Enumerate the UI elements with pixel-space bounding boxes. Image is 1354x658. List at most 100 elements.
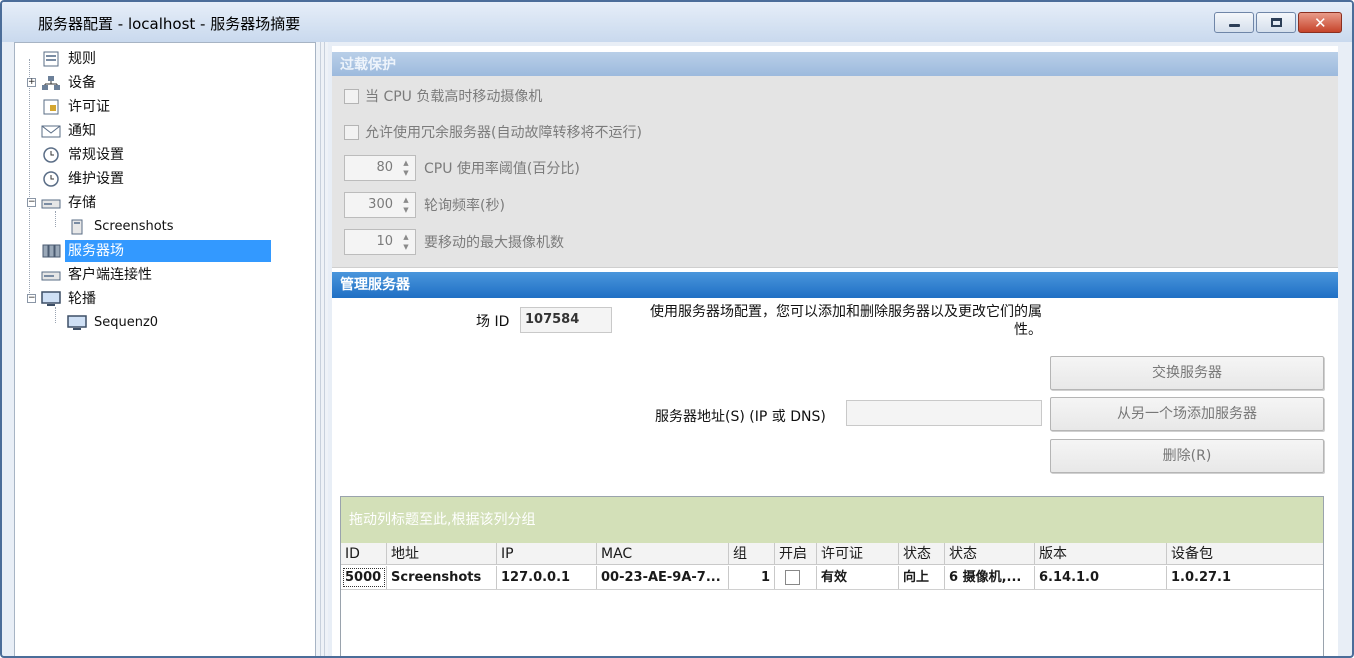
tree-item-label: 存储: [68, 195, 96, 211]
monitor-icon: [67, 315, 87, 331]
app-window: 服务器配置 - localhost - 服务器场摘要 ✕ 规则 + 设备 许可证…: [0, 0, 1354, 658]
allow-redundant-option[interactable]: 允许使用冗余服务器(自动故障转移将不运行): [344, 121, 642, 143]
add-from-farm-button[interactable]: 从另一个场添加服务器: [1050, 397, 1324, 431]
column-header-address[interactable]: 地址: [387, 543, 497, 564]
cell-device-pack[interactable]: 1.0.27.1: [1167, 566, 1323, 589]
collapse-toggle[interactable]: −: [27, 198, 36, 207]
allow-redundant-label: 允许使用冗余服务器(自动故障转移将不运行): [365, 125, 642, 141]
max-cameras-spinner[interactable]: 10 ▲ ▼: [344, 229, 416, 255]
column-header-id[interactable]: ID: [341, 543, 387, 564]
farm-id-field[interactable]: 107584: [520, 307, 612, 333]
farm-id-label: 场 ID: [476, 314, 510, 330]
move-cameras-checkbox[interactable]: [344, 88, 359, 104]
move-cameras-option[interactable]: 当 CPU 负载高时移动摄像机: [344, 85, 542, 107]
cell-status[interactable]: 向上: [899, 566, 945, 589]
table-row[interactable]: 5000 Screenshots 127.0.0.1 00-23-AE-9A-7…: [341, 566, 1323, 590]
server-farm-icon: [41, 243, 61, 259]
column-header-license[interactable]: 许可证: [817, 543, 899, 564]
tree-item-label: 设备: [68, 75, 96, 91]
title-bar[interactable]: 服务器配置 - localhost - 服务器场摘要 ✕: [2, 2, 1352, 42]
expand-toggle[interactable]: +: [27, 78, 36, 87]
poll-rate-row: 300 ▲ ▼ 轮询频率(秒): [344, 192, 505, 218]
farm-description: 使用服务器场配置，您可以添加和删除服务器以及更改它们的属性。: [650, 304, 1042, 338]
minimize-button[interactable]: [1214, 12, 1254, 33]
move-cameras-label: 当 CPU 负载高时移动摄像机: [365, 89, 543, 105]
column-header-enabled[interactable]: 开启: [775, 543, 817, 564]
cell-status-detail[interactable]: 6 摄像机,...: [945, 566, 1035, 589]
tree-connector: [55, 211, 56, 227]
column-header-version[interactable]: 版本: [1035, 543, 1167, 564]
cell-ip[interactable]: 127.0.0.1: [497, 566, 597, 589]
server-address-label: 服务器地址(S) (IP 或 DNS): [655, 409, 826, 425]
cpu-threshold-spinner[interactable]: 80 ▲ ▼: [344, 155, 416, 181]
max-cameras-value: 10: [376, 234, 393, 249]
cell-group[interactable]: 1: [729, 566, 775, 589]
server-address-input[interactable]: [846, 400, 1042, 426]
rules-icon: [41, 51, 61, 67]
cell-version[interactable]: 6.14.1.0: [1035, 566, 1167, 589]
group-by-panel[interactable]: 拖动列标题至此,根据该列分组: [341, 497, 1323, 543]
tree-item-label: 许可证: [68, 99, 110, 115]
cpu-threshold-label: CPU 使用率阈值(百分比): [424, 161, 580, 177]
panel-splitter[interactable]: [316, 42, 328, 656]
tree-item-label: 服务器场: [65, 240, 271, 262]
grid-header: ID 地址 IP MAC 组 开启 许可证 状态 状态 版本 设备包: [341, 543, 1323, 565]
minimize-icon: [1229, 24, 1240, 27]
spinner-arrows-icon[interactable]: ▲ ▼: [399, 158, 413, 178]
column-header-ip[interactable]: IP: [497, 543, 597, 564]
server-farm-panel: 过载保护 当 CPU 负载高时移动摄像机 允许使用冗余服务器(自动故障转移将不运…: [332, 46, 1338, 656]
tree-item-label: 维护设置: [68, 171, 124, 187]
window-controls: ✕: [1214, 12, 1342, 33]
servers-grid: 拖动列标题至此,根据该列分组 ID 地址 IP MAC 组 开启 许可证 状态 …: [340, 496, 1324, 656]
tree-item-label: Sequenz0: [94, 315, 159, 330]
envelope-icon: [41, 123, 61, 139]
clock-icon: [41, 171, 61, 187]
maximize-icon: [1271, 18, 1282, 27]
close-icon: ✕: [1314, 14, 1327, 32]
max-cameras-label: 要移动的最大摄像机数: [424, 235, 564, 251]
maximize-button[interactable]: [1256, 12, 1296, 33]
close-button[interactable]: ✕: [1298, 12, 1342, 33]
manage-servers-section: 场 ID 107584 使用服务器场配置，您可以添加和删除服务器以及更改它们的属…: [332, 298, 1338, 656]
max-cameras-row: 10 ▲ ▼ 要移动的最大摄像机数: [344, 229, 564, 255]
poll-rate-label: 轮询频率(秒): [424, 198, 505, 214]
cell-address[interactable]: Screenshots: [387, 566, 497, 589]
tree-item-label: Screenshots: [94, 219, 174, 234]
spinner-arrows-icon[interactable]: ▲ ▼: [399, 195, 413, 215]
client-icon: [41, 267, 61, 283]
swap-server-button[interactable]: 交换服务器: [1050, 356, 1324, 390]
overload-protection-header: 过载保护: [332, 52, 1338, 78]
manage-servers-header: 管理服务器: [332, 272, 1338, 298]
tree-item-label: 规则: [68, 51, 96, 67]
poll-rate-value: 300: [368, 197, 393, 212]
cell-mac[interactable]: 00-23-AE-9A-7...: [597, 566, 729, 589]
poll-rate-spinner[interactable]: 300 ▲ ▼: [344, 192, 416, 218]
delete-button[interactable]: 删除(R): [1050, 439, 1324, 473]
cpu-threshold-row: 80 ▲ ▼ CPU 使用率阈值(百分比): [344, 155, 580, 181]
monitor-icon: [41, 291, 61, 307]
spinner-arrows-icon[interactable]: ▲ ▼: [399, 232, 413, 252]
clock-icon: [41, 147, 61, 163]
column-header-device-pack[interactable]: 设备包: [1167, 543, 1323, 564]
cell-enabled[interactable]: [775, 566, 817, 589]
tree-item-label: 通知: [68, 123, 96, 139]
column-header-mac[interactable]: MAC: [597, 543, 729, 564]
column-header-status[interactable]: 状态: [899, 543, 945, 564]
allow-redundant-checkbox[interactable]: [344, 124, 359, 140]
drive-icon: [41, 195, 61, 211]
column-header-group[interactable]: 组: [729, 543, 775, 564]
storage-volume-icon: [67, 219, 87, 235]
cell-id[interactable]: 5000: [341, 566, 387, 589]
overload-protection-section: 当 CPU 负载高时移动摄像机 允许使用冗余服务器(自动故障转移将不运行) 80…: [332, 76, 1338, 268]
navigation-tree: 规则 + 设备 许可证 通知 常规设置 维护设置 − 存储 Screenshot…: [14, 42, 316, 656]
window-title: 服务器配置 - localhost - 服务器场摘要: [38, 15, 301, 33]
tree-item-label: 常规设置: [68, 147, 124, 163]
enabled-checkbox[interactable]: [785, 570, 800, 585]
cpu-threshold-value: 80: [376, 160, 393, 175]
license-icon: [41, 99, 61, 115]
tree-item-label: 客户端连接性: [68, 267, 152, 283]
collapse-toggle[interactable]: −: [27, 294, 36, 303]
column-header-status-detail[interactable]: 状态: [945, 543, 1035, 564]
tree-connector: [55, 307, 56, 323]
cell-license[interactable]: 有效: [817, 566, 899, 589]
